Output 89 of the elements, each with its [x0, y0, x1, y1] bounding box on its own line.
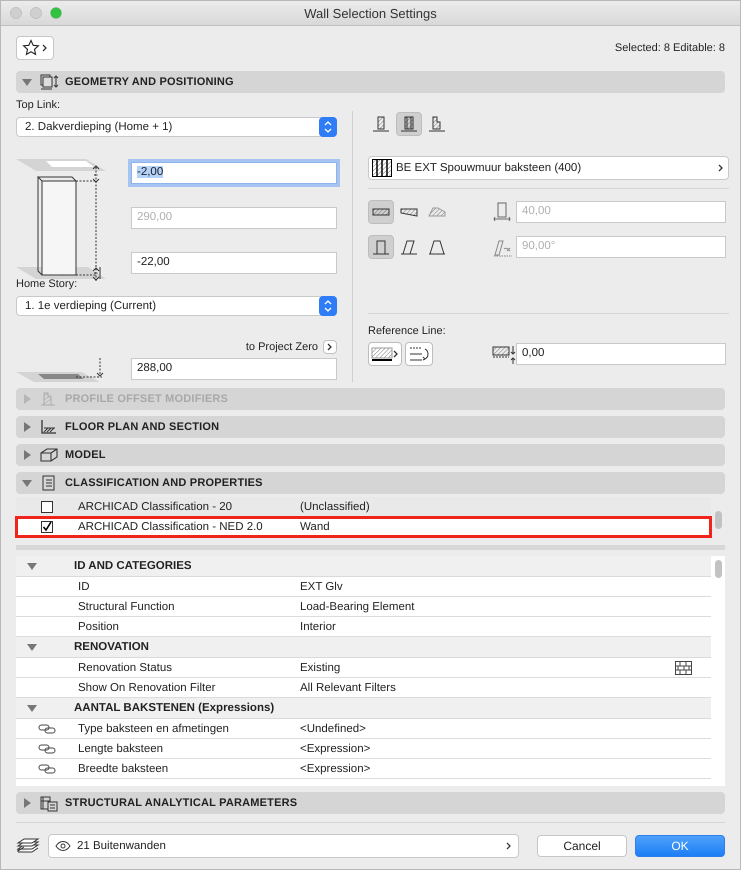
table-cell: EXT Glv [300, 580, 343, 592]
table-cell: Interior [300, 620, 336, 632]
reference-line-button[interactable] [368, 342, 402, 366]
double-slanted-icon [428, 238, 446, 256]
star-icon [22, 39, 40, 57]
table-cell: Lengte baksteen [78, 742, 164, 754]
table-cell: All Relevant Filters [300, 682, 396, 694]
collapse-triangle-icon[interactable] [21, 477, 33, 489]
box-icon [39, 446, 59, 464]
table-cell: <Expression> [300, 742, 370, 754]
table-cell: Existing [300, 662, 340, 674]
chevron-icon [506, 842, 512, 850]
section-header[interactable]: CLASSIFICATION AND PROPERTIES [16, 472, 725, 494]
stepper-icon[interactable] [319, 296, 337, 316]
profile-wall-icon [428, 115, 446, 133]
collapse-triangle-icon[interactable] [26, 560, 38, 572]
table-cell: Breedte baksteen [78, 762, 168, 774]
stepper-icon[interactable] [319, 117, 337, 137]
link-icon [38, 762, 56, 774]
collapse-triangle-icon[interactable] [26, 702, 38, 714]
table-cell: ID [78, 580, 90, 592]
composite-pattern-icon [372, 159, 392, 177]
composite-wall-button[interactable] [396, 112, 422, 136]
cancel-button[interactable]: Cancel [537, 835, 627, 857]
link-icon [38, 742, 56, 754]
expand-triangle-icon[interactable] [21, 449, 33, 461]
table-cell-text: ARCHICAD Classification - NED 2.0 [78, 520, 264, 532]
checked-checkbox[interactable] [41, 520, 53, 532]
table-cell: <Undefined> [300, 722, 366, 734]
section-header[interactable]: STRUCTURAL ANALYTICAL PARAMETERS [16, 792, 725, 814]
table-cell-text: (Unclassified) [300, 500, 371, 512]
chevron-icon [42, 44, 48, 52]
reference-line-icon [371, 345, 393, 363]
group-header[interactable]: RENOVATION [16, 637, 711, 658]
input-field[interactable]: -2,00 [131, 162, 337, 184]
section-header[interactable]: FLOOR PLAN AND SECTION [16, 416, 725, 438]
table-cell: Structural Function [78, 600, 175, 612]
group-header[interactable]: ID AND CATEGORIES [16, 556, 711, 577]
straight-wall-button[interactable] [368, 200, 394, 224]
structure-icon [39, 794, 59, 812]
group-header[interactable]: AANTAL BAKSTENEN (Expressions) [16, 698, 711, 719]
composite-wall-icon [400, 115, 418, 133]
section-header[interactable]: GEOMETRY AND POSITIONING [16, 71, 725, 93]
offset-icon [492, 343, 516, 365]
floor-plan-icon [39, 418, 59, 436]
slanted-icon [400, 238, 418, 256]
flip-button[interactable] [405, 342, 433, 366]
straight-slant-button[interactable] [368, 235, 394, 259]
table-cell-text: Wand [300, 520, 331, 532]
collapse-triangle-icon[interactable] [26, 641, 38, 653]
table-cell: Type baksteen en afmetingen [78, 722, 229, 734]
expand-triangle-icon[interactable] [21, 797, 33, 809]
geometry-icon [39, 73, 59, 91]
checkbox[interactable] [41, 500, 53, 512]
expand-triangle-icon[interactable] [21, 421, 33, 433]
input-field[interactable]: -22,00 [131, 252, 337, 274]
table-cell: Position [78, 620, 119, 632]
composite-dropdown[interactable]: BE EXT Spouwmuur baksteen (400) [368, 156, 729, 180]
chevron-icon [393, 350, 399, 358]
straight-slant-icon [372, 238, 390, 256]
field-label: Top Link: [16, 99, 62, 111]
input-field[interactable]: 0,00 [516, 343, 726, 365]
selection-info: Selected: 8 Editable: 8 [614, 42, 725, 54]
top-link-dropdown[interactable]: 2. Dakverdieping (Home + 1) [16, 117, 337, 137]
field-label: Home Story: [16, 278, 78, 290]
input-field[interactable]: 288,00 [131, 358, 337, 380]
link-icon [38, 722, 56, 734]
table-cell: Show On Renovation Filter [78, 682, 216, 694]
section-header[interactable]: MODEL [16, 444, 725, 466]
field-label: Reference Line: [368, 325, 447, 337]
table-cell: Load-Bearing Element [300, 600, 414, 612]
chevron-icon [327, 343, 333, 351]
table-cell-text: ARCHICAD Classification - 20 [78, 500, 234, 512]
eye-icon [55, 841, 71, 851]
thickness-icon [492, 201, 512, 223]
brick-icon [675, 660, 692, 674]
chevron-icon [718, 164, 724, 172]
collapse-triangle-icon[interactable] [21, 76, 33, 88]
table-cell: <Expression> [300, 762, 370, 774]
flip-icon [408, 345, 430, 363]
favorites-button[interactable] [16, 36, 54, 60]
table-cell: Renovation Status [78, 662, 172, 674]
chevron-button[interactable] [323, 340, 337, 354]
field-label: to Project Zero [246, 341, 318, 353]
layers-icon [16, 837, 40, 855]
window-title: Wall Selection Settings [304, 6, 437, 21]
layer-dropdown[interactable]: 21 Buitenwanden [48, 834, 519, 858]
basic-wall-icon [372, 115, 390, 133]
home-story-dropdown[interactable]: 1. 1e verdieping (Current) [16, 296, 337, 316]
